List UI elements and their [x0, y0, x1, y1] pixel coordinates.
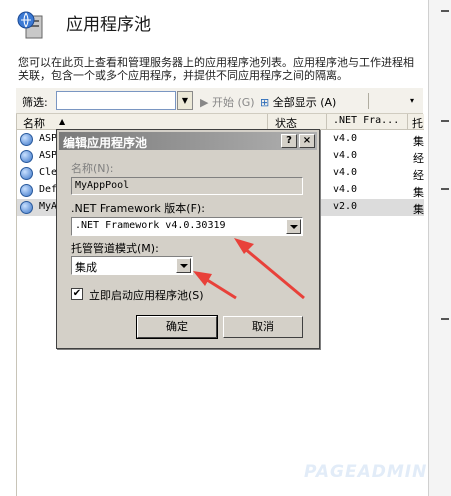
row-net-version: v4.0: [333, 133, 358, 144]
edge-mark: [441, 188, 449, 190]
edge-mark: [441, 120, 449, 122]
framework-label: .NET Framework 版本(F):: [71, 202, 205, 215]
ok-button[interactable]: 确定: [136, 315, 218, 339]
show-all-label: 全部显示 (A): [272, 96, 337, 109]
name-label: 名称(N):: [71, 162, 114, 175]
edge-mark: [441, 318, 449, 320]
autostart-checkbox[interactable]: ✔: [71, 288, 83, 300]
cancel-button[interactable]: 取消: [223, 316, 303, 338]
close-button[interactable]: ×: [299, 134, 315, 148]
filter-toolbar: 筛选: ▼ ▶ 开始 (G) ⊞ 全部显示 (A) ▾: [16, 88, 423, 114]
row-name: Def: [39, 184, 58, 195]
pipeline-value: 集成: [75, 261, 97, 274]
page-description: 您可以在此页上查看和管理服务器上的应用程序池列表。应用程序池与工作进程相关联，包…: [18, 56, 414, 82]
page-title: 应用程序池: [66, 15, 151, 35]
row-pipeline: 集: [413, 203, 424, 216]
row-pipeline: 集: [413, 186, 424, 199]
app-pool-icon: [20, 133, 33, 146]
start-filter-button[interactable]: ▶ 开始 (G): [200, 94, 255, 110]
page-icon: [16, 8, 50, 42]
pipeline-select[interactable]: 集成: [71, 256, 193, 275]
chevron-down-icon[interactable]: [286, 219, 301, 234]
overflow-icon[interactable]: ▾: [410, 96, 414, 105]
autostart-label[interactable]: 立即启动应用程序池(S): [89, 287, 204, 303]
app-pool-icon: [20, 184, 33, 197]
app-pool-icon: [20, 150, 33, 163]
row-name: ASP: [39, 150, 58, 161]
row-net-version: v4.0: [333, 167, 358, 178]
app-pool-icon: [20, 167, 33, 180]
filter-label: 筛选:: [22, 96, 48, 109]
show-all-button[interactable]: ⊞ 全部显示 (A): [260, 94, 336, 110]
row-net-version: v4.0: [333, 150, 358, 161]
toolbar-separator: [368, 93, 369, 109]
row-net-version: v4.0: [333, 184, 358, 195]
right-frame-edge: [428, 0, 451, 496]
dialog-title: 编辑应用程序池: [63, 136, 148, 150]
column-net-framework[interactable]: .NET Fra...: [333, 115, 399, 126]
edit-app-pool-dialog: 编辑应用程序池 ? × 名称(N): MyAppPool .NET Framew…: [56, 129, 320, 349]
dialog-titlebar[interactable]: 编辑应用程序池 ? ×: [59, 132, 317, 150]
framework-value: .NET Framework v4.0.30319: [75, 220, 226, 231]
row-net-version: v2.0: [333, 201, 358, 212]
watermark: PAGEADMIN: [304, 462, 428, 482]
row-pipeline: 经: [413, 152, 424, 165]
column-pipeline[interactable]: 托: [412, 115, 423, 131]
pipeline-label: 托管管道模式(M):: [71, 242, 159, 255]
row-pipeline: 经: [413, 169, 424, 182]
filter-dropdown-icon[interactable]: ▼: [177, 91, 193, 110]
row-pipeline: 集: [413, 135, 424, 148]
column-divider: [326, 114, 327, 130]
show-all-icon: ⊞: [260, 96, 270, 109]
start-filter-label: 开始 (G): [211, 96, 255, 109]
column-divider: [407, 114, 408, 130]
help-button[interactable]: ?: [281, 134, 297, 148]
name-field: MyAppPool: [71, 177, 303, 195]
row-name: ASP: [39, 133, 58, 144]
filter-input[interactable]: [56, 91, 176, 110]
sort-up-icon: ▲: [59, 117, 66, 126]
row-name: Cle: [39, 167, 58, 178]
app-pool-icon: [20, 201, 33, 214]
column-divider: [267, 114, 268, 130]
column-name[interactable]: 名称: [23, 115, 45, 131]
list-header: 名称 ▲ 状态 .NET Fra... 托: [17, 114, 424, 130]
row-name: MyA: [39, 201, 58, 212]
play-icon: ▶: [200, 96, 209, 109]
edge-mark: [441, 10, 449, 12]
chevron-down-icon[interactable]: [176, 258, 191, 273]
framework-select[interactable]: .NET Framework v4.0.30319: [71, 217, 303, 236]
